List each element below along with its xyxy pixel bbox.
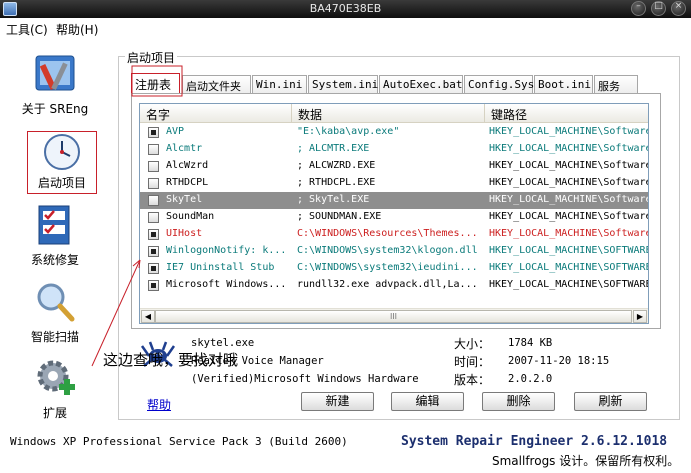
annotation-overlay xyxy=(91,65,183,367)
os-version: Windows XP Professional Service Pack 3 (… xyxy=(10,435,348,448)
annotation-tab-box xyxy=(131,65,183,97)
product-title: System Repair Engineer 2.6.12.1018 xyxy=(401,434,668,449)
annotation-note: 这边查哦，要找对哦 xyxy=(103,351,239,369)
copyright: Smallfrogs 设计。保留所有权利。 xyxy=(492,454,680,468)
